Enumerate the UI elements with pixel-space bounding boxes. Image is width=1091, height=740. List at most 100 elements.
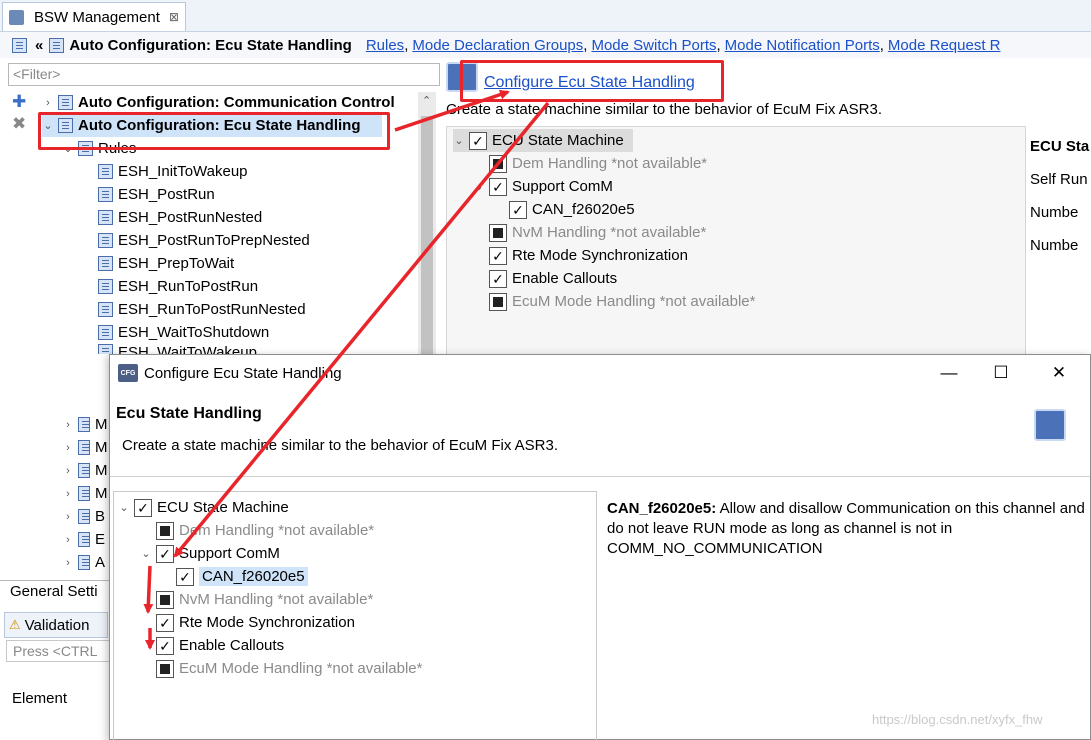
link-mode-notification-ports[interactable]: Mode Notification Ports [725, 37, 880, 54]
breadcrumb-current: Auto Configuration: Ecu State Handling [69, 36, 352, 54]
tree-item-collapsed[interactable]: › E [62, 528, 105, 551]
tree-item-collapsed[interactable]: › M [62, 459, 107, 482]
scrollbar-thumb[interactable] [421, 116, 433, 376]
expand-icon[interactable]: › [62, 442, 74, 454]
tree-item-collapsed[interactable]: › M [62, 436, 108, 459]
tree-item-support-comm[interactable]: ⌄ ✓ Support ComM [140, 542, 280, 565]
tree-label: ESH_WaitToWakeup [118, 344, 257, 354]
tree-item-rule[interactable]: ESH_InitToWakeup [98, 160, 248, 183]
tree-item-ecum: EcuM Mode Handling *not available* [489, 290, 755, 313]
checkbox-checked[interactable]: ✓ [489, 246, 507, 265]
tree-item-ecu-state-machine[interactable]: ⌄ ✓ ECU State Machine [453, 129, 633, 152]
tree-item-rule[interactable]: ESH_WaitToShutdown [98, 321, 269, 344]
tree-item-can[interactable]: ✓ CAN_f26020e5 [176, 565, 308, 588]
tree-label: Support ComM [512, 178, 613, 195]
link-mode-switch-ports[interactable]: Mode Switch Ports [591, 37, 716, 54]
remove-icon[interactable]: ✖ [12, 114, 26, 134]
tree-label: A [95, 554, 106, 571]
scroll-up-icon[interactable]: ⌃ [422, 94, 431, 107]
tree-item-collapsed[interactable]: › A [62, 551, 105, 574]
tree-item-ecum: EcuM Mode Handling *not available* [156, 657, 422, 680]
tree-item-rule[interactable]: ESH_PostRunNested [98, 206, 262, 229]
tab-title: BSW Management [34, 8, 160, 26]
tree-item-support-comm[interactable]: ⌄ ✓ Support ComM [473, 175, 613, 198]
rule-icon [98, 233, 113, 248]
close-button[interactable]: ✕ [1036, 361, 1082, 385]
tree-item-rule[interactable]: ESH_WaitToWakeup [98, 344, 257, 354]
expand-icon[interactable]: › [62, 511, 74, 523]
link-rules[interactable]: Rules [366, 37, 404, 54]
rule-icon [98, 164, 113, 179]
checkbox-checked[interactable]: ✓ [176, 567, 194, 586]
checkbox-checked[interactable]: ✓ [489, 269, 507, 288]
tree-item-comm-control[interactable]: › Auto Configuration: Communication Cont… [42, 91, 394, 114]
tree-item-rule[interactable]: ESH_RunToPostRun [98, 275, 258, 298]
tree-label: ESH_RunToPostRun [118, 278, 259, 295]
detail-label: CAN_f26020e5: [607, 500, 717, 517]
editor-tab-bar: BSW Management ⊠ [0, 0, 1091, 32]
tree-item-collapsed[interactable]: › M [62, 482, 107, 505]
filter-input[interactable]: <Filter> [8, 63, 440, 86]
general-settings-tab[interactable]: General Setti [0, 580, 110, 604]
expand-icon[interactable]: › [62, 488, 74, 500]
tree-item-collapsed[interactable]: › B [62, 505, 105, 528]
minimize-button[interactable]: — [926, 361, 972, 385]
checkbox-checked[interactable]: ✓ [156, 613, 174, 632]
checkbox-disabled [489, 223, 507, 242]
side-label: Self Run [1030, 171, 1088, 188]
tree-item-rule[interactable]: ESH_RunToPostRunNested [98, 298, 306, 321]
collapse-icon[interactable]: ⌄ [118, 501, 130, 514]
module-icon [78, 532, 90, 547]
checkbox-checked[interactable]: ✓ [489, 177, 507, 196]
tree-item-rte[interactable]: ✓ Rte Mode Synchronization [489, 244, 688, 267]
tree-label: CAN_f26020e5 [199, 567, 308, 586]
checkbox-checked[interactable]: ✓ [134, 498, 152, 517]
tree-item-ecu-state-machine[interactable]: ⌄ ✓ ECU State Machine [118, 496, 289, 519]
expand-icon[interactable]: › [62, 419, 74, 431]
expand-icon[interactable]: › [62, 557, 74, 569]
tree-label: ECU State Machine [492, 132, 624, 149]
tree-item-callouts[interactable]: ✓ Enable Callouts [156, 634, 284, 657]
configure-dialog: CFG Configure Ecu State Handling — ☐ ✕ E… [109, 354, 1091, 740]
tree-item-rule[interactable]: ESH_PostRun [98, 183, 215, 206]
tree-item-can[interactable]: ✓ CAN_f26020e5 [509, 198, 635, 221]
dialog-title: Configure Ecu State Handling [144, 364, 342, 382]
tree-item-rule[interactable]: ESH_PostRunToPrepNested [98, 229, 310, 252]
rule-icon [98, 187, 113, 202]
checkbox-checked[interactable]: ✓ [156, 636, 174, 655]
tree-label: M [95, 439, 108, 456]
tree-label: NvM Handling *not available* [179, 591, 374, 608]
checkbox-checked[interactable]: ✓ [509, 200, 527, 219]
tree-item-rte[interactable]: ✓ Rte Mode Synchronization [156, 611, 355, 634]
expand-icon[interactable]: › [42, 97, 54, 109]
highlight-esh-tree-item [38, 112, 390, 150]
tree-label: ESH_PostRun [118, 186, 215, 203]
collapse-icon[interactable]: ⌄ [453, 134, 465, 147]
close-tab-icon[interactable]: ⊠ [169, 10, 179, 24]
tree-label: Enable Callouts [179, 637, 285, 654]
collapse-icon[interactable]: ⌄ [473, 180, 485, 193]
expand-icon[interactable]: › [62, 465, 74, 477]
validation-filter-input[interactable]: Press <CTRL [6, 640, 112, 662]
tree-item-dem: Dem Handling *not available* [489, 152, 707, 175]
add-icon[interactable]: ✚ [12, 92, 26, 112]
module-icon [78, 486, 90, 501]
link-mode-request[interactable]: Mode Request R [888, 37, 1001, 54]
bsw-management-tab[interactable]: BSW Management ⊠ [2, 2, 186, 31]
checkbox-checked[interactable]: ✓ [469, 131, 487, 150]
auto-config-icon [49, 37, 65, 53]
tree-item-rule[interactable]: ESH_PrepToWait [98, 252, 234, 275]
expand-icon[interactable]: › [62, 534, 74, 546]
validation-tab[interactable]: ⚠ Validation [4, 612, 108, 638]
tree-label: ECU State Machine [157, 499, 289, 516]
tree-item-collapsed[interactable]: › M [62, 413, 107, 436]
checkbox-disabled [489, 292, 507, 311]
collapse-icon[interactable]: ⌄ [140, 547, 152, 560]
side-label: Numbe [1030, 237, 1079, 254]
outline-icon[interactable] [12, 37, 27, 53]
tree-item-callouts[interactable]: ✓ Enable Callouts [489, 267, 617, 290]
maximize-button[interactable]: ☐ [978, 361, 1024, 385]
link-mode-declaration-groups[interactable]: Mode Declaration Groups [412, 37, 583, 54]
back-icon[interactable]: « [35, 37, 43, 54]
checkbox-checked[interactable]: ✓ [156, 544, 174, 563]
